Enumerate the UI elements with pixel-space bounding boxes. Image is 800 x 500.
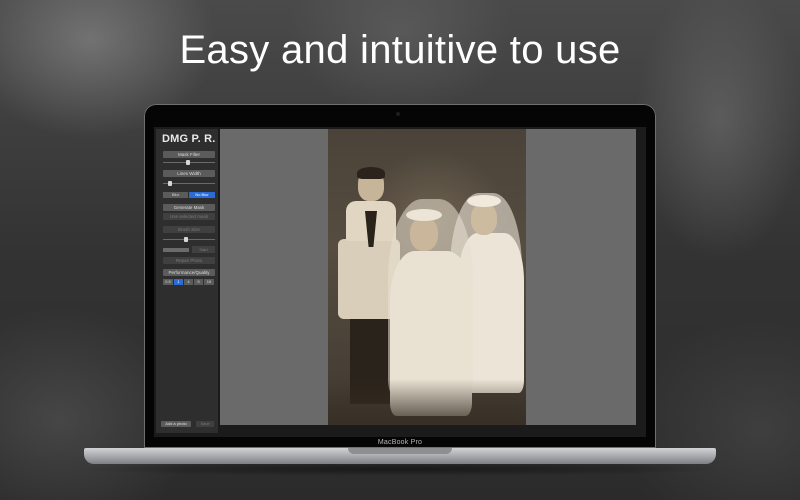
device-label: MacBook Pro xyxy=(377,439,423,446)
start-button[interactable]: Start xyxy=(192,246,215,253)
quality-option[interactable]: 16 xyxy=(204,279,214,285)
quality-selector: 0.5 1 4 9 16 xyxy=(163,279,214,285)
add-photo-button[interactable]: Add a photo xyxy=(161,421,191,427)
laptop-shadow xyxy=(70,462,730,476)
no-blur-option[interactable]: No Blur xyxy=(189,192,215,198)
girl-right-head xyxy=(471,203,497,235)
quality-option[interactable]: 4 xyxy=(184,279,193,285)
laptop-notch xyxy=(348,448,452,454)
quality-option[interactable]: 0.5 xyxy=(163,279,173,285)
vintage-photo xyxy=(328,129,526,425)
photo-floor xyxy=(328,379,526,425)
app-title: DMG P. R. xyxy=(162,133,216,145)
blur-toggle: Blur No Blur xyxy=(163,192,215,198)
camera-icon xyxy=(396,112,400,116)
girl-center-head xyxy=(410,217,438,251)
quality-option[interactable]: 9 xyxy=(194,279,203,285)
use-mask-button[interactable]: Use selected mask xyxy=(163,213,215,220)
app-window: DMG P. R. Mask Filter Lines Width Blur N… xyxy=(154,127,646,437)
performance-quality-button[interactable]: Performance/Quality xyxy=(163,269,215,276)
brush-size-button[interactable]: Brush Size xyxy=(163,226,215,233)
generate-mask-button[interactable]: Generate Mask xyxy=(163,204,215,211)
girl-right-crown xyxy=(467,195,501,207)
mask-filter-button[interactable]: Mask Filter xyxy=(163,151,215,158)
brush-size-slider[interactable] xyxy=(163,239,215,240)
lines-width-slider-knob[interactable] xyxy=(168,181,172,186)
brush-size-slider-knob[interactable] xyxy=(184,237,188,242)
progress-bar xyxy=(163,248,189,252)
girl-center-crown xyxy=(406,209,442,221)
quality-option-selected[interactable]: 1 xyxy=(174,279,183,285)
mask-filter-slider-knob[interactable] xyxy=(186,160,190,165)
headline: Easy and intuitive to use xyxy=(179,28,621,72)
lines-width-button[interactable]: Lines Width xyxy=(163,170,215,177)
save-button[interactable]: Save xyxy=(196,421,214,427)
repair-photo-button[interactable]: Repair Photo xyxy=(163,257,215,264)
boy-figure-hair xyxy=(357,167,385,179)
blur-option[interactable]: Blur xyxy=(163,192,188,198)
sidebar: DMG P. R. Mask Filter Lines Width Blur N… xyxy=(156,129,218,433)
image-canvas[interactable] xyxy=(220,129,636,425)
